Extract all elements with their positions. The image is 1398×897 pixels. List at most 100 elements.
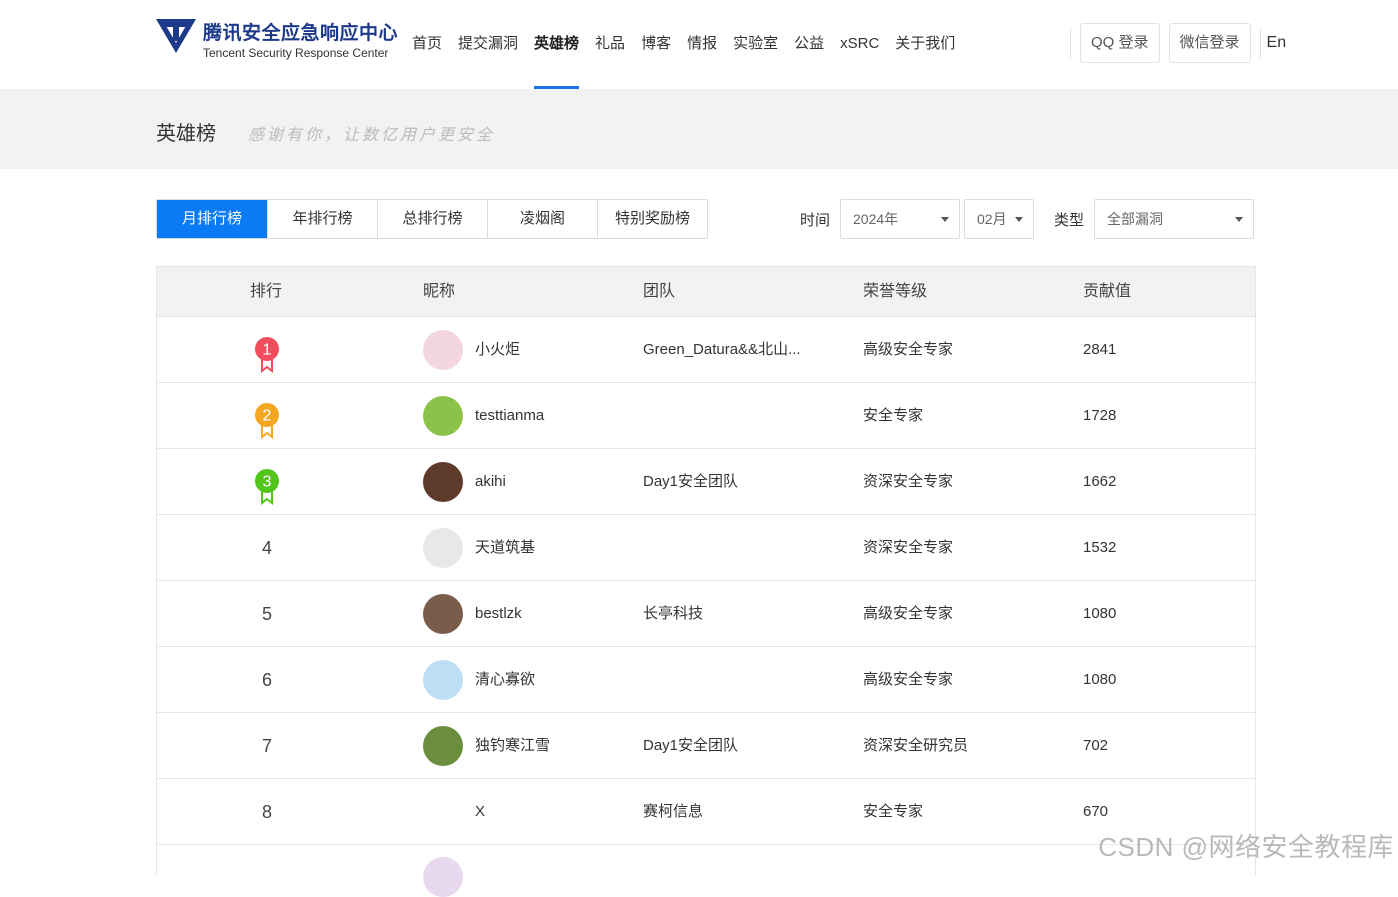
nickname-cell[interactable]: testtianma (475, 383, 544, 449)
nav-intel[interactable]: 情报 (679, 0, 725, 89)
tab-total[interactable]: 总排行榜 (377, 200, 487, 238)
nickname-cell[interactable]: 天道筑基 (475, 515, 535, 581)
nav-hall-of-fame[interactable]: 英雄榜 (526, 0, 587, 89)
nav-blog[interactable]: 博客 (633, 0, 679, 89)
medal-icon: 1 (253, 337, 281, 373)
nickname-cell[interactable]: 小火炬 (475, 317, 520, 383)
avatar[interactable] (423, 660, 463, 700)
medal-icon: 2 (253, 403, 281, 439)
tencent-shield-logo-icon (156, 17, 196, 54)
site-logo[interactable]: 腾讯安全应急响应中心 Tencent Security Response Cen… (156, 17, 398, 60)
nav-home[interactable]: 首页 (404, 0, 450, 89)
score-cell: 1662 (1083, 449, 1116, 515)
table-row: 5bestlzk长亭科技高级安全专家1080 (157, 581, 1255, 647)
ranking-tabs: 月排行榜 年排行榜 总排行榜 凌烟阁 特别奖励榜 (156, 199, 708, 239)
header-divider (1260, 28, 1261, 58)
header-divider (1070, 28, 1071, 58)
team-cell (643, 647, 813, 713)
csdn-watermark: CSDN @网络安全教程库 (1098, 827, 1394, 864)
ranking-filters: 时间 2024年 02月 类型 全部漏洞 (800, 199, 1254, 239)
score-cell: 1080 (1083, 647, 1116, 713)
team-cell: 长亭科技 (643, 581, 813, 647)
rank-cell: 3 (157, 449, 377, 515)
nav-lab[interactable]: 实验室 (725, 0, 786, 89)
avatar[interactable] (423, 396, 463, 436)
month-select-value: 02月 (977, 211, 1007, 227)
rank-cell: 2 (157, 383, 377, 449)
col-rank: 排行 (250, 267, 282, 317)
level-cell: 高级安全专家 (863, 647, 953, 713)
rank-cell: 1 (157, 317, 377, 383)
type-label: 类型 (1054, 209, 1084, 230)
score-cell: 702 (1083, 713, 1108, 779)
type-select-value: 全部漏洞 (1107, 211, 1163, 227)
table-row: 3 akihi Day1安全团队资深安全专家 1662 (157, 449, 1255, 515)
site-header: 腾讯安全应急响应中心 Tencent Security Response Cen… (0, 0, 1398, 89)
page-subtitle: 感谢有你，让数亿用户更安全 (248, 121, 495, 145)
rank-cell: 8 (157, 779, 377, 845)
avatar[interactable] (423, 462, 463, 502)
avatar[interactable] (423, 330, 463, 370)
col-team: 团队 (643, 267, 675, 317)
col-score: 贡献值 (1083, 267, 1131, 317)
team-cell: 赛柯信息 (643, 779, 813, 845)
main-nav: 首页 提交漏洞 英雄榜 礼品 博客 情报 实验室 公益 xSRC 关于我们 (404, 0, 963, 89)
language-switch[interactable]: En (1267, 23, 1287, 63)
table-header: 排行 昵称 团队 荣誉等级 贡献值 (157, 267, 1255, 317)
score-cell: 2841 (1083, 317, 1116, 383)
team-cell: Day1安全团队 (643, 449, 813, 515)
nickname-cell[interactable]: bestlzk (475, 581, 522, 647)
avatar[interactable] (423, 528, 463, 568)
score-cell: 1532 (1083, 515, 1116, 581)
medal-rank-number: 1 (263, 342, 272, 359)
year-select[interactable]: 2024年 (840, 199, 960, 239)
nickname-cell[interactable]: X (475, 779, 485, 845)
month-select[interactable]: 02月 (964, 199, 1034, 239)
medal-rank-number: 3 (263, 474, 272, 491)
table-row: 4 天道筑基 资深安全专家 1532 (157, 515, 1255, 581)
avatar[interactable] (423, 594, 463, 634)
ranking-table: 排行 昵称 团队 荣誉等级 贡献值 1 小火炬 Green_Datura&&北山..… (156, 266, 1256, 875)
nav-about[interactable]: 关于我们 (887, 0, 963, 89)
level-cell: 安全专家 (863, 383, 923, 449)
team-cell: Green_Datura&&北山... (643, 317, 813, 383)
avatar[interactable] (423, 726, 463, 766)
time-label: 时间 (800, 209, 830, 230)
col-level: 荣誉等级 (863, 267, 927, 317)
level-cell: 安全专家 (863, 779, 923, 845)
nav-gifts[interactable]: 礼品 (587, 0, 633, 89)
nickname-cell[interactable]: 清心寡欲 (475, 647, 535, 713)
wechat-login-button[interactable]: 微信登录 (1169, 23, 1251, 63)
table-row: 6清心寡欲高级安全专家1080 (157, 647, 1255, 713)
rank-cell: 5 (157, 581, 377, 647)
tab-yearly[interactable]: 年排行榜 (267, 200, 377, 238)
tab-lingyange[interactable]: 凌烟阁 (487, 200, 597, 238)
tab-monthly[interactable]: 月排行榜 (157, 200, 267, 238)
type-select[interactable]: 全部漏洞 (1094, 199, 1254, 239)
level-cell: 资深安全专家 (863, 515, 953, 581)
chevron-down-icon (1015, 217, 1023, 222)
nickname-cell[interactable]: akihi (475, 449, 506, 515)
year-select-value: 2024年 (853, 211, 898, 227)
nickname-cell[interactable]: 独钓寒江雪 (475, 713, 550, 779)
chevron-down-icon (941, 217, 949, 222)
table-row-partial (157, 845, 1255, 875)
medal-rank-number: 2 (263, 408, 272, 425)
logo-title-en: Tencent Security Response Center (203, 46, 398, 60)
table-row: 8X赛柯信息安全专家670 (157, 779, 1255, 845)
qq-login-button[interactable]: QQ 登录 (1080, 23, 1160, 63)
col-nickname: 昵称 (423, 267, 455, 317)
level-cell: 资深安全研究员 (863, 713, 968, 779)
rank-cell: 7 (157, 713, 377, 779)
page-title: 英雄榜 (156, 117, 216, 146)
avatar (423, 857, 463, 897)
table-row: 7独钓寒江雪Day1安全团队资深安全研究员702 (157, 713, 1255, 779)
level-cell: 资深安全专家 (863, 449, 953, 515)
rank-cell: 4 (157, 515, 377, 581)
nav-submit-vuln[interactable]: 提交漏洞 (450, 0, 526, 89)
medal-icon: 3 (253, 469, 281, 505)
nav-charity[interactable]: 公益 (786, 0, 832, 89)
level-cell: 高级安全专家 (863, 581, 953, 647)
tab-special-reward[interactable]: 特别奖励榜 (597, 200, 707, 238)
nav-xsrc[interactable]: xSRC (832, 0, 887, 89)
